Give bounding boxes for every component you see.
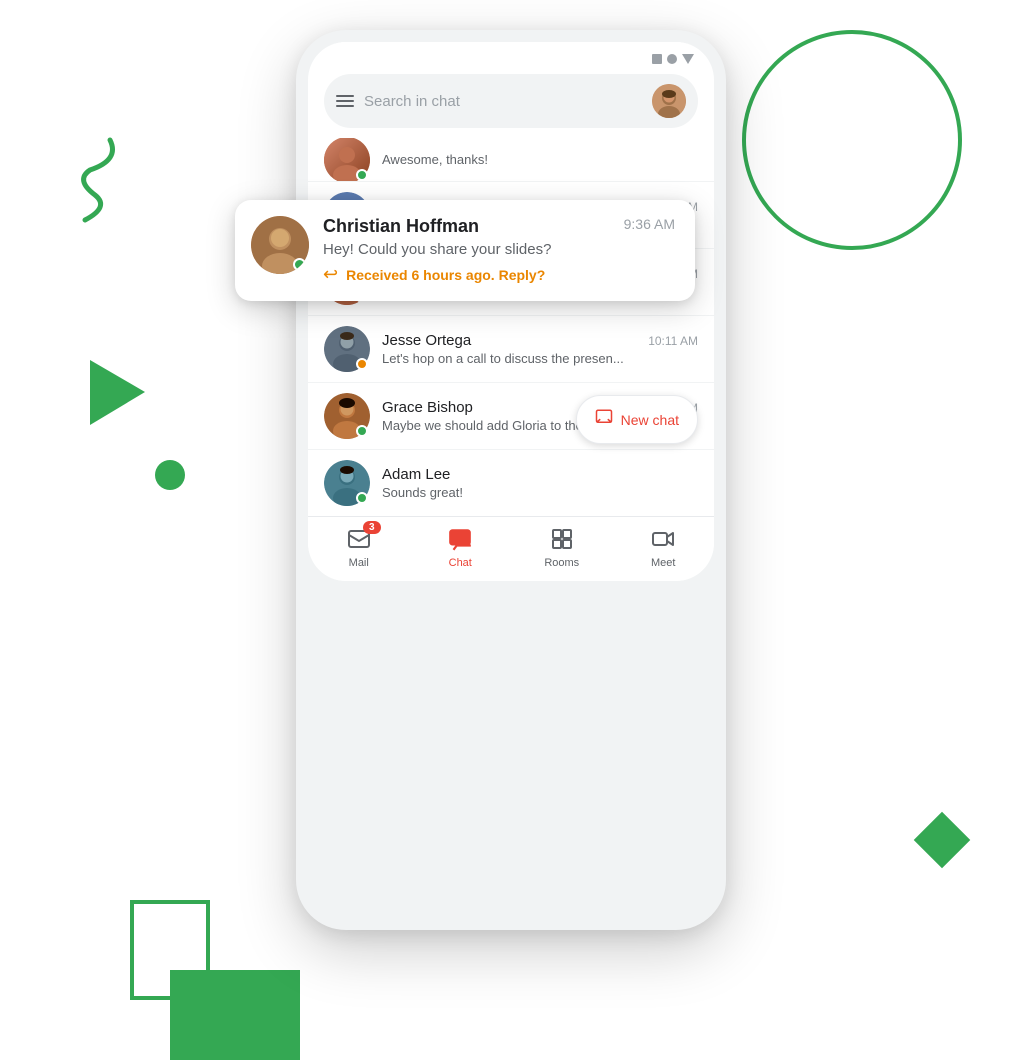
list-item[interactable]: Adam Lee Sounds great!	[308, 450, 714, 516]
chat-preview: Awesome, thanks!	[382, 152, 698, 167]
phone-wrapper: Search in chat	[296, 30, 726, 930]
notif-online-icon	[293, 258, 306, 271]
chat-content: Awesome, thanks!	[382, 152, 698, 167]
status-triangle-icon	[682, 54, 694, 64]
deco-squiggle-icon	[70, 135, 125, 225]
deco-circle-small	[155, 460, 185, 490]
nav-item-mail[interactable]: 3 Mail	[308, 525, 410, 569]
nav-item-rooms[interactable]: Rooms	[511, 525, 613, 569]
notification-sender: Christian Hoffman	[323, 216, 479, 237]
chat-list: Awesome, thanks!	[308, 138, 714, 516]
deco-rect-filled	[170, 970, 300, 1060]
nav-label-meet: Meet	[651, 557, 675, 569]
chat-preview: Sounds great!	[382, 485, 698, 500]
status-dot-icon	[667, 54, 677, 64]
online-status-icon	[356, 169, 368, 181]
meet-icon	[649, 525, 677, 553]
contact-name: Adam Lee	[382, 466, 450, 483]
reply-arrow-icon: ↩	[323, 264, 338, 285]
mail-badge: 3	[363, 521, 381, 534]
user-avatar[interactable]	[652, 84, 686, 118]
rooms-icon	[548, 525, 576, 553]
nav-label-mail: Mail	[349, 557, 369, 569]
user-avatar-face	[652, 84, 686, 118]
phone-screen: Search in chat	[308, 42, 714, 581]
hamburger-menu-icon[interactable]	[336, 95, 354, 107]
notification-header: Christian Hoffman 9:36 AM	[323, 216, 675, 237]
deco-circle-large	[742, 30, 962, 250]
contact-name: Grace Bishop	[382, 399, 473, 416]
notification-time: 9:36 AM	[624, 216, 675, 232]
list-item[interactable]: Jesse Ortega 10:11 AM Let's hop on a cal…	[308, 316, 714, 383]
notification-avatar	[251, 216, 309, 274]
notification-action[interactable]: ↩ Received 6 hours ago. Reply?	[323, 264, 675, 285]
chat-header: Adam Lee	[382, 466, 698, 483]
avatar-container	[324, 460, 370, 506]
new-chat-label: New chat	[621, 412, 679, 428]
deco-triangle-icon	[90, 360, 145, 425]
avatar-container	[324, 393, 370, 439]
chat-content: Adam Lee Sounds great!	[382, 466, 698, 500]
chat-header: Jesse Ortega 10:11 AM	[382, 332, 698, 349]
chat-icon	[446, 525, 474, 553]
online-status-icon	[356, 492, 368, 504]
bottom-nav: 3 Mail	[308, 516, 714, 581]
nav-label-chat: Chat	[449, 557, 472, 569]
search-placeholder: Search in chat	[364, 93, 642, 110]
status-bar	[308, 42, 714, 68]
nav-item-chat[interactable]: Chat	[410, 525, 512, 569]
notification-cta: Received 6 hours ago. Reply?	[346, 267, 545, 283]
notification-message: Hey! Could you share your slides?	[323, 241, 675, 258]
message-time: 10:11 AM	[648, 334, 698, 348]
list-item[interactable]: Awesome, thanks!	[308, 138, 714, 182]
new-chat-icon	[595, 408, 613, 431]
deco-diamond-icon	[914, 812, 971, 869]
notification-card[interactable]: Christian Hoffman 9:36 AM Hey! Could you…	[235, 200, 695, 301]
search-bar[interactable]: Search in chat	[324, 74, 698, 128]
chat-content: Jesse Ortega 10:11 AM Let's hop on a cal…	[382, 332, 698, 366]
new-chat-button[interactable]: New chat	[576, 395, 698, 444]
deco-rect-outline	[130, 900, 210, 1000]
avatar-container	[324, 326, 370, 372]
notification-content: Christian Hoffman 9:36 AM Hey! Could you…	[323, 216, 675, 285]
chat-preview: Let's hop on a call to discuss the prese…	[382, 351, 698, 366]
status-square-icon	[652, 54, 662, 64]
nav-item-meet[interactable]: Meet	[613, 525, 715, 569]
nav-label-rooms: Rooms	[544, 557, 579, 569]
busy-status-icon	[356, 358, 368, 370]
phone-device: Search in chat	[296, 30, 726, 930]
avatar-container	[324, 138, 370, 182]
contact-name: Jesse Ortega	[382, 332, 471, 349]
status-icons	[652, 54, 694, 64]
online-status-icon	[356, 425, 368, 437]
